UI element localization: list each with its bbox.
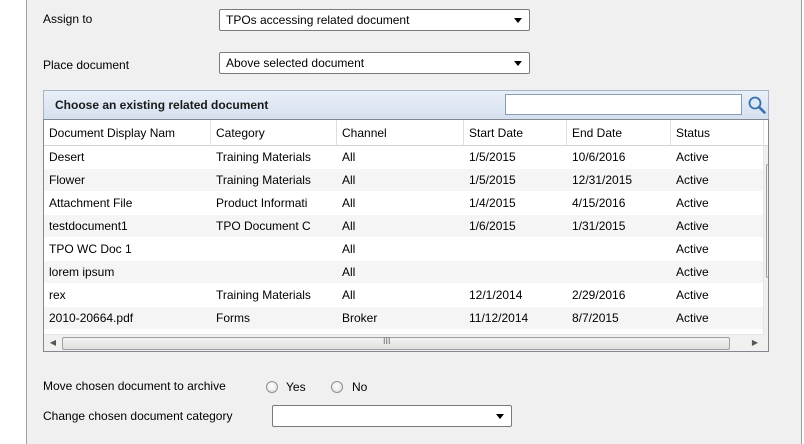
table-cell: Active bbox=[676, 173, 709, 187]
table-cell: lorem ipsum bbox=[49, 265, 115, 279]
table-cell: Active bbox=[676, 288, 709, 302]
scroll-down-arrow-icon[interactable]: ▼ bbox=[764, 316, 768, 332]
table-cell: Attachment File bbox=[49, 196, 133, 210]
table-cell: All bbox=[342, 196, 356, 210]
place-document-label: Place document bbox=[43, 58, 130, 72]
column-header-name[interactable]: Document Display Nam bbox=[44, 120, 211, 146]
column-header-channel[interactable]: Channel bbox=[337, 120, 464, 146]
chevron-down-icon bbox=[514, 61, 522, 66]
search-input[interactable] bbox=[505, 94, 742, 115]
table-cell: All bbox=[342, 288, 356, 302]
column-header-end-date[interactable]: End Date bbox=[567, 120, 671, 146]
table-cell: Flower bbox=[49, 173, 86, 187]
table-cell: 12/31/2015 bbox=[572, 173, 633, 187]
column-header-start-date[interactable]: Start Date bbox=[464, 120, 567, 146]
table-row[interactable]: 2010-20664.pdf Forms Broker 11/12/2014 8/7/2… bbox=[44, 307, 764, 329]
table-row[interactable]: rex Training Materials All 12/1/2014 2/29/20… bbox=[44, 284, 764, 306]
table-cell: Active bbox=[676, 242, 709, 256]
table-row[interactable]: Flower Training Materials All 1/5/2015 12/31… bbox=[44, 169, 764, 191]
table-cell: All bbox=[342, 265, 356, 279]
column-header-category[interactable]: Category bbox=[211, 120, 337, 146]
chevron-down-icon bbox=[514, 18, 522, 23]
table-cell bbox=[211, 238, 337, 260]
grid-header: Document Display Nam Category Channel St… bbox=[44, 120, 768, 146]
table-cell: 12/1/2014 bbox=[469, 288, 523, 302]
table-cell: Training Materials bbox=[216, 173, 311, 187]
table-cell: All bbox=[342, 242, 356, 256]
table-row[interactable]: TPO WC Doc 1 All Active bbox=[44, 238, 764, 260]
scroll-left-arrow-icon[interactable]: ◀ bbox=[45, 335, 61, 351]
archive-yes-radio[interactable] bbox=[266, 381, 278, 393]
table-row[interactable]: Attachment File Product Informati All 1/4/2… bbox=[44, 192, 764, 214]
scroll-corner bbox=[764, 334, 768, 351]
horizontal-scrollbar[interactable]: ◀ III ▶ bbox=[44, 334, 764, 351]
table-cell: Training Materials bbox=[216, 288, 311, 302]
category-change-label: Change chosen document category bbox=[43, 409, 233, 423]
table-cell: 8/7/2015 bbox=[572, 311, 619, 325]
table-cell: 2010-20664.pdf bbox=[49, 311, 134, 325]
table-row[interactable]: lorem ipsum All Active bbox=[44, 261, 764, 283]
place-document-value: Above selected document bbox=[226, 56, 365, 70]
table-cell: 1/4/2015 bbox=[469, 196, 516, 210]
table-cell: TPO Document C bbox=[216, 219, 311, 233]
table-cell: All bbox=[342, 173, 356, 187]
table-cell: 2/29/2016 bbox=[572, 288, 626, 302]
scroll-right-arrow-icon[interactable]: ▶ bbox=[747, 335, 763, 351]
table-cell: 1/31/2015 bbox=[572, 219, 626, 233]
archive-no-label[interactable]: No bbox=[352, 380, 367, 394]
vertical-scroll-thumb[interactable] bbox=[766, 164, 768, 278]
scroll-grip: III bbox=[383, 336, 391, 346]
magnifier-icon bbox=[748, 96, 766, 114]
documents-grid[interactable]: Document Display Nam Category Channel St… bbox=[43, 119, 769, 352]
table-cell: Active bbox=[676, 311, 709, 325]
table-cell: Training Materials bbox=[216, 150, 311, 164]
table-cell: All bbox=[342, 219, 356, 233]
table-cell: Active bbox=[676, 150, 709, 164]
table-cell bbox=[211, 261, 337, 283]
category-change-select[interactable] bbox=[272, 405, 512, 427]
table-cell: 4/15/2016 bbox=[572, 196, 626, 210]
table-cell: 11/12/2014 bbox=[469, 311, 529, 325]
assign-to-label: Assign to bbox=[43, 12, 93, 26]
table-cell: 1/5/2015 bbox=[469, 173, 516, 187]
table-cell: 10/6/2016 bbox=[572, 150, 626, 164]
table-row[interactable]: Desert Training Materials All 1/5/2015 10/6/… bbox=[44, 146, 764, 168]
table-cell: rex bbox=[49, 288, 66, 302]
table-cell: testdocument1 bbox=[49, 219, 128, 233]
archive-yes-label[interactable]: Yes bbox=[286, 380, 306, 394]
table-row[interactable]: testdocument1 TPO Document C All 1/6/2015 1/… bbox=[44, 215, 764, 237]
table-cell: Product Informati bbox=[216, 196, 308, 210]
table-cell: Active bbox=[676, 219, 709, 233]
assign-to-value: TPOs accessing related document bbox=[226, 13, 410, 27]
place-document-select[interactable]: Above selected document bbox=[219, 52, 530, 74]
table-cell: Active bbox=[676, 196, 709, 210]
table-cell bbox=[464, 261, 567, 283]
search-button[interactable] bbox=[746, 94, 768, 116]
chevron-down-icon bbox=[496, 414, 504, 419]
assign-to-select[interactable]: TPOs accessing related document bbox=[219, 9, 530, 31]
table-cell: All bbox=[342, 150, 356, 164]
table-cell: Forms bbox=[216, 311, 250, 325]
section-title: Choose an existing related document bbox=[55, 98, 269, 112]
table-cell: 1/6/2015 bbox=[469, 219, 516, 233]
table-cell: Broker bbox=[342, 311, 378, 325]
table-cell: Desert bbox=[49, 150, 85, 164]
horizontal-scroll-thumb[interactable]: III bbox=[62, 336, 730, 350]
vertical-scrollbar[interactable]: ▲ ▼ bbox=[763, 146, 768, 335]
archive-label: Move chosen document to archive bbox=[43, 379, 226, 393]
related-document-header: Choose an existing related document bbox=[43, 90, 769, 119]
table-cell: TPO WC Doc 1 bbox=[49, 242, 132, 256]
table-cell bbox=[464, 238, 567, 260]
table-cell bbox=[567, 261, 671, 283]
archive-no-radio[interactable] bbox=[331, 381, 343, 393]
column-header-status[interactable]: Status bbox=[671, 120, 764, 146]
scroll-up-arrow-icon[interactable]: ▲ bbox=[764, 147, 768, 163]
table-cell: 1/5/2015 bbox=[469, 150, 516, 164]
table-cell: Active bbox=[676, 265, 709, 279]
table-cell bbox=[567, 238, 671, 260]
